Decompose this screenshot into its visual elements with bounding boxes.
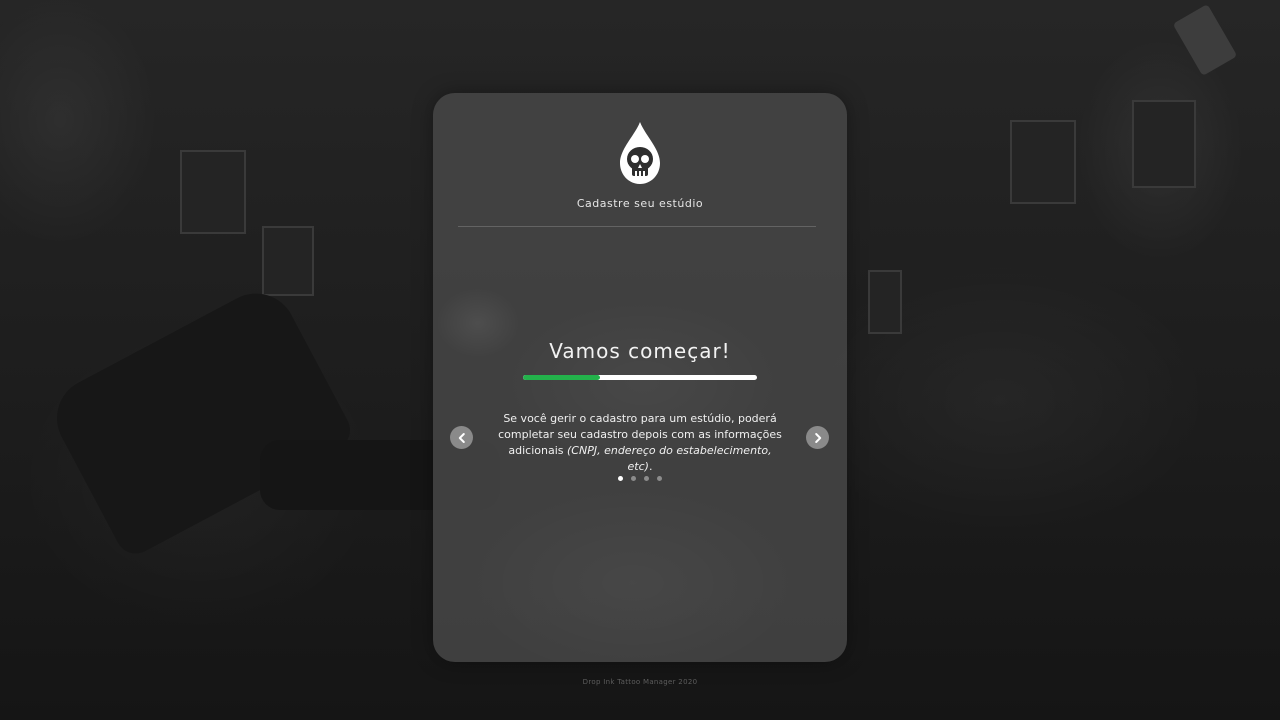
- wall-frame: [1010, 120, 1076, 204]
- chevron-left-icon: [458, 432, 465, 443]
- chevron-right-icon: [814, 432, 821, 443]
- carousel-dot[interactable]: [618, 476, 623, 481]
- tattoo-chair: [42, 279, 358, 561]
- next-slide-button[interactable]: [806, 426, 829, 449]
- step-headline: Vamos começar!: [549, 339, 731, 363]
- carousel-dot[interactable]: [644, 476, 649, 481]
- lamp: [1172, 4, 1238, 76]
- carousel-dot[interactable]: [657, 476, 662, 481]
- previous-slide-button[interactable]: [450, 426, 473, 449]
- card-subtitle: Cadastre seu estúdio: [576, 197, 704, 210]
- description-end: .: [648, 460, 653, 473]
- divider: [458, 226, 816, 227]
- step-description: Se você gerir o cadastro para um estúdio…: [495, 411, 785, 475]
- wall-frame: [262, 226, 314, 296]
- registration-card: Cadastre seu estúdio Vamos começar! Se v…: [433, 93, 847, 662]
- description-italic-text: (CNPJ, endereço do estabelecimento, etc): [567, 444, 772, 473]
- progress-bar: [523, 375, 757, 380]
- wall-frame: [180, 150, 246, 234]
- footer-credit: Drop Ink Tattoo Manager 2020: [582, 678, 698, 686]
- wall-frame: [1132, 100, 1196, 188]
- carousel-indicators: [433, 476, 847, 481]
- skull-drop-icon: [620, 122, 660, 184]
- progress-bar-fill: [523, 375, 601, 380]
- wall-frame: [868, 270, 902, 334]
- carousel-dot[interactable]: [631, 476, 636, 481]
